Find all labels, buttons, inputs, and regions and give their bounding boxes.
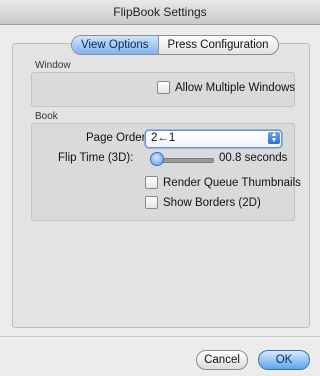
render-queue-thumbnails-label: Render Queue Thumbnails <box>163 176 301 189</box>
tab-press-configuration[interactable]: Press Configuration <box>159 36 278 54</box>
page-order-value: 2←1 <box>151 132 176 144</box>
allow-multiple-windows-label: Allow Multiple Windows <box>175 81 296 94</box>
window-title: FlipBook Settings <box>0 0 320 25</box>
checkbox-box[interactable] <box>145 176 158 189</box>
flip-time-slider-thumb[interactable] <box>150 152 164 166</box>
flip-time-value: 00.8 seconds <box>219 152 288 164</box>
checkbox-box[interactable] <box>145 196 158 209</box>
tab-bar: View Options Press Configuration <box>71 35 279 55</box>
ok-button[interactable]: OK <box>258 350 310 370</box>
show-borders-label: Show Borders (2D) <box>163 196 261 209</box>
cancel-button[interactable]: Cancel <box>196 350 248 370</box>
page-order-label: Page Order: <box>86 132 149 144</box>
show-borders-checkbox[interactable]: Show Borders (2D) <box>145 196 261 209</box>
flip-time-label: Flip Time (3D): <box>58 152 134 164</box>
page-order-select[interactable]: 2←1 ▲ ▼ <box>145 130 282 148</box>
allow-multiple-windows-checkbox[interactable]: Allow Multiple Windows <box>157 81 295 94</box>
chevron-updown-icon: ▲ ▼ <box>268 131 280 144</box>
window-group-title: Window <box>35 60 71 71</box>
settings-window: FlipBook Settings View Options Press Con… <box>0 0 320 376</box>
render-queue-thumbnails-checkbox[interactable]: Render Queue Thumbnails <box>145 176 301 189</box>
tab-view-options[interactable]: View Options <box>72 36 159 54</box>
book-group-title: Book <box>35 111 58 122</box>
checkbox-box[interactable] <box>157 81 170 94</box>
footer-divider <box>0 336 320 337</box>
